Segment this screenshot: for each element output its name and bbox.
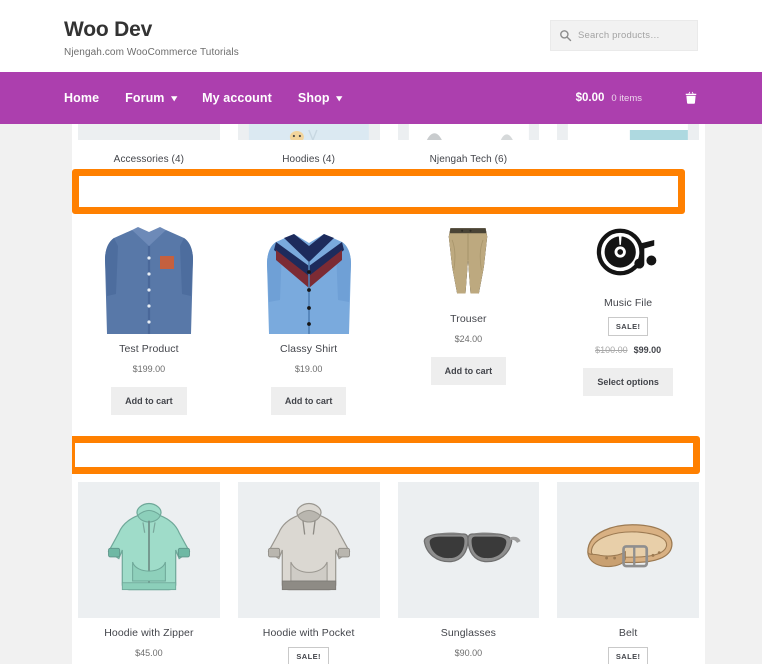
content-column: Accessories (4) Hoodies (4) Njengah Tech…	[72, 124, 705, 664]
category-labels-row: Accessories (4) Hoodies (4) Njengah Tech…	[78, 154, 699, 165]
nav-inner: Home Forum ▾ My account Shop ▾ $0.00 0 i…	[64, 72, 698, 124]
product-card[interactable]: Belt SALE!	[557, 482, 699, 664]
page-wrapper: Accessories (4) Hoodies (4) Njengah Tech…	[0, 124, 762, 664]
product-sale-price: $99.00	[633, 345, 662, 355]
sale-badge: SALE!	[288, 647, 329, 664]
site-description: Njengah.com WooCommerce Tutorials	[64, 47, 239, 59]
product-title[interactable]: Belt	[619, 627, 638, 639]
site-header: Woo Dev Njengah.com WooCommerce Tutorial…	[0, 0, 762, 72]
product-search-form[interactable]	[550, 20, 698, 51]
product-title[interactable]: Sunglasses	[441, 627, 496, 639]
product-image-sunglasses[interactable]	[397, 482, 540, 618]
add-to-cart-button[interactable]: Add to cart	[430, 357, 507, 385]
nav-item-label: Forum	[125, 91, 165, 105]
product-categories-strip: Accessories (4) Hoodies (4) Njengah Tech…	[72, 124, 705, 166]
product-price: $90.00	[454, 648, 483, 658]
middle-highlight-box	[72, 436, 700, 474]
nav-menu: Home Forum ▾ My account Shop ▾	[64, 91, 342, 105]
category-cell[interactable]	[397, 124, 540, 140]
product-title[interactable]: Hoodie with Pocket	[263, 627, 355, 639]
product-title[interactable]: Trouser	[450, 313, 487, 325]
product-card[interactable]: Hoodie with Pocket SALE!	[237, 482, 380, 664]
chevron-down-icon: ▾	[170, 92, 177, 103]
product-image-trouser[interactable]	[397, 216, 540, 304]
product-image-music-file[interactable]	[557, 216, 699, 288]
product-card[interactable]: Hoodie with Zipper $45.00	[78, 482, 220, 664]
product-image-hoodie-with-pocket[interactable]	[237, 482, 380, 618]
category-thumbnail-hoodies[interactable]	[237, 124, 380, 140]
category-thumbnail-njengah-tech[interactable]	[397, 124, 540, 140]
primary-navigation: Home Forum ▾ My account Shop ▾ $0.00 0 i…	[0, 72, 762, 124]
search-input[interactable]	[578, 30, 688, 41]
nav-item-forum[interactable]: Forum ▾	[125, 91, 176, 105]
nav-item-label: Home	[64, 91, 100, 105]
search-icon	[559, 29, 572, 42]
select-options-button[interactable]: Select options	[583, 368, 673, 396]
product-price: $19.00	[294, 364, 323, 374]
product-image-belt[interactable]	[557, 482, 699, 618]
add-to-cart-button[interactable]: Add to cart	[111, 387, 187, 415]
category-label-hoodies[interactable]: Hoodies (4)	[238, 154, 380, 165]
product-title[interactable]: Music File	[604, 297, 652, 309]
nav-item-my-account[interactable]: My account	[202, 91, 272, 105]
category-label-njengah-tech[interactable]: Njengah Tech (6)	[398, 154, 540, 165]
product-title[interactable]: Hoodie with Zipper	[104, 627, 193, 639]
product-price: $24.00	[454, 334, 483, 344]
category-cell[interactable]	[237, 124, 380, 140]
product-card[interactable]: Music File SALE! $100.00 $99.00 Select op…	[557, 216, 699, 415]
product-card[interactable]: Classy Shirt $19.00 Add to cart	[237, 216, 380, 415]
product-image-hoodie-with-zipper[interactable]	[78, 482, 220, 618]
product-image-classy-shirt[interactable]	[237, 216, 380, 334]
category-label-accessories[interactable]: Accessories (4)	[78, 154, 220, 165]
category-thumbnail-fourth[interactable]	[557, 124, 699, 140]
product-card[interactable]: Trouser $24.00 Add to cart	[397, 216, 540, 415]
nav-item-label: Shop	[297, 91, 330, 105]
nav-item-home[interactable]: Home	[64, 91, 99, 105]
nav-right: $0.00 0 items	[576, 91, 698, 105]
sale-badge: SALE!	[607, 317, 649, 336]
nav-item-shop[interactable]: Shop ▾	[297, 91, 342, 105]
product-price: $45.00	[135, 648, 163, 658]
product-price: $100.00 $99.00	[595, 345, 661, 355]
cart-summary[interactable]: $0.00 0 items	[576, 92, 642, 104]
category-label-fourth[interactable]	[557, 154, 699, 165]
product-image-test-product[interactable]	[78, 216, 220, 334]
shopping-basket-icon[interactable]	[684, 91, 698, 105]
product-row-top: Test Product $199.00 Add to cart Classy …	[72, 216, 705, 415]
product-row-bottom: Hoodie with Zipper $45.00 Hoodie with Po…	[72, 482, 705, 664]
cart-item-count: 0 items	[611, 93, 642, 104]
category-cell[interactable]	[557, 124, 699, 140]
product-card[interactable]: Test Product $199.00 Add to cart	[78, 216, 220, 415]
category-thumbnail-accessories[interactable]	[78, 124, 220, 140]
chevron-down-icon: ▾	[336, 92, 342, 103]
site-branding[interactable]: Woo Dev Njengah.com WooCommerce Tutorial…	[64, 18, 239, 58]
cart-total-amount: $0.00	[575, 92, 605, 104]
sale-badge: SALE!	[607, 647, 649, 664]
product-price: $199.00	[132, 364, 166, 374]
site-title[interactable]: Woo Dev	[64, 18, 239, 41]
product-title[interactable]: Test Product	[119, 343, 179, 355]
add-to-cart-button[interactable]: Add to cart	[270, 387, 347, 415]
product-title[interactable]: Classy Shirt	[280, 343, 337, 355]
category-thumbnails-row	[78, 124, 699, 140]
category-cell[interactable]	[78, 124, 220, 140]
nav-item-label: My account	[202, 91, 272, 105]
product-card[interactable]: Sunglasses $90.00	[397, 482, 540, 664]
product-regular-price: $100.00	[595, 345, 628, 355]
header-inner: Woo Dev Njengah.com WooCommerce Tutorial…	[64, 0, 698, 58]
top-highlight-box	[72, 169, 685, 214]
